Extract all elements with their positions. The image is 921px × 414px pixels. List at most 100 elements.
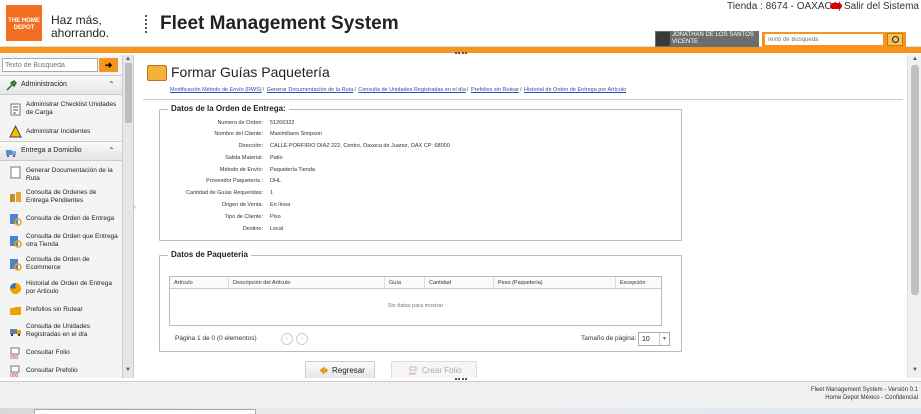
orders-icon bbox=[10, 192, 21, 202]
field-row: Proveedor Paquetería : DHL bbox=[160, 178, 660, 188]
sidebar-item-incidentes[interactable]: Administrar Incidentes bbox=[0, 123, 122, 139]
sidebar-item-ordenes-pendientes[interactable]: Consulta de Ordenes de Entrega Pendiente… bbox=[0, 187, 122, 209]
pager-next-button[interactable]: › bbox=[296, 333, 308, 345]
column-header[interactable]: Artículo bbox=[170, 277, 229, 289]
create-folio-label: Crear Folio bbox=[422, 366, 462, 375]
sidebar-item-orden-entrega[interactable]: Consulta de Orden de Entrega bbox=[0, 211, 122, 227]
column-header[interactable]: Descripción del Artículo bbox=[229, 277, 385, 289]
sidebar-item-label: Administrar Checklist Unidades de Carga bbox=[26, 101, 117, 116]
chevron-up-icon[interactable]: ⌃ bbox=[108, 146, 115, 155]
sidebar-item-consultar-folio[interactable]: 000 Consultar Folio bbox=[0, 345, 122, 361]
pager: Página 1 de 0 (0 elementos) ‹ › Tamaño d… bbox=[169, 331, 670, 347]
page-size-select[interactable]: 10 ▼ bbox=[638, 332, 670, 346]
search-order-icon bbox=[10, 214, 22, 226]
field-label: Origen de Venta: bbox=[221, 202, 263, 208]
page-title: Formar Guías Paquetería bbox=[171, 64, 330, 80]
scroll-up-icon[interactable]: ▲ bbox=[912, 56, 918, 62]
field-value: 1 bbox=[270, 190, 274, 196]
sidebar-item-generar-documentacion[interactable]: Generar Documentación de la Ruta bbox=[0, 163, 122, 185]
field-value: Piso bbox=[270, 214, 281, 220]
breadcrumb-link[interactable]: Generar Documentación de la Ruta bbox=[267, 87, 354, 93]
empty-grid-message: Sin datos para mostrar bbox=[387, 303, 444, 309]
field-row: Cantidad de Guías Requeridas: 1 bbox=[160, 190, 660, 200]
breadcrumb: Modificación Método de Envío (RWS)/ Gene… bbox=[170, 87, 626, 93]
taskbar-strip bbox=[0, 408, 921, 414]
breadcrumb-separator: / bbox=[519, 87, 522, 93]
sidebar-group-entrega-domicilio[interactable]: Entrega a Domicilio ⌃ bbox=[0, 141, 122, 161]
warning-icon bbox=[9, 125, 22, 138]
sidebar-scrollbar[interactable]: ▲ ▼ bbox=[122, 55, 133, 378]
column-header[interactable]: Excepción bbox=[616, 277, 661, 289]
field-row: Numero de Orden: 51266322 bbox=[160, 120, 660, 130]
header-search-button[interactable] bbox=[887, 33, 903, 46]
sidebar-item-unidades-registradas[interactable]: Consulta de Unidades Registradas en el d… bbox=[0, 321, 122, 343]
breadcrumb-link[interactable]: Prefolios sin Rutear bbox=[471, 87, 519, 93]
pager-summary: Página 1 de 0 (0 elementos) bbox=[175, 335, 257, 342]
breadcrumb-link[interactable]: Historial de Orden de Entrega por Artícu… bbox=[524, 87, 626, 93]
page-size-label: Tamaño de página: bbox=[581, 335, 637, 342]
sidebar-item-label: Generar Documentación de la Ruta bbox=[26, 167, 113, 182]
chevron-up-icon[interactable]: ⌃ bbox=[108, 80, 115, 89]
main-scroll-thumb[interactable] bbox=[911, 65, 919, 295]
field-value: Local bbox=[270, 226, 284, 232]
field-label: Cantidad de Guías Requeridas: bbox=[185, 190, 263, 196]
sidebar-search-button[interactable]: ➜ bbox=[99, 58, 118, 72]
tools-icon bbox=[6, 80, 17, 91]
sidebar-item-prefolios-sin-rutear[interactable]: Prefolios sin Rutear bbox=[0, 302, 122, 318]
sidebar-item-consultar-prefolio[interactable]: 000 Consultar Prefolio bbox=[0, 363, 122, 379]
sidebar-item-label: Administrar Incidentes bbox=[26, 128, 91, 135]
menu-grip-icon[interactable] bbox=[145, 15, 150, 33]
user-avatar bbox=[656, 32, 670, 46]
create-folio-button[interactable]: 000 Crear Folio bbox=[391, 361, 477, 378]
field-label: Dirección: bbox=[238, 143, 263, 149]
package-data-fieldset: Datos de Paqueteria Artículo Descripción… bbox=[159, 250, 682, 352]
scroll-down-icon[interactable]: ▼ bbox=[912, 367, 918, 373]
scroll-down-icon[interactable]: ▼ bbox=[125, 367, 131, 373]
sidebar-search: ➜ bbox=[2, 58, 118, 72]
user-badge: JONATHAN DE LOS SANTOS VICENTE bbox=[655, 31, 759, 47]
sidebar-item-orden-ecommerce[interactable]: Consulta de Orden de Ecommerce bbox=[0, 254, 122, 276]
slogan-line-2: ahorrando. bbox=[51, 26, 110, 40]
group-label: Administración bbox=[21, 81, 67, 88]
field-label: Destino: bbox=[242, 226, 263, 232]
column-header[interactable]: Peso (Paquetería) bbox=[494, 277, 616, 289]
column-header[interactable]: Guía bbox=[385, 277, 425, 289]
sidebar-item-label: Consulta de Orden de Ecommerce bbox=[26, 256, 90, 271]
folder-icon bbox=[10, 307, 21, 315]
logout-link[interactable]: Salir del Sistema bbox=[829, 1, 919, 12]
main-scrollbar[interactable]: ▲ ▼ bbox=[907, 55, 921, 378]
breadcrumb-separator: / bbox=[354, 87, 356, 93]
delivery-icon bbox=[6, 150, 16, 157]
breadcrumb-separator: / bbox=[262, 87, 265, 93]
sidebar-item-label: Consulta de Unidades Registradas en el d… bbox=[26, 323, 90, 338]
app-header: THE HOME DEPOT Haz más, ahorrando. Fleet… bbox=[0, 0, 921, 47]
svg-text:000: 000 bbox=[10, 373, 19, 378]
sidebar-search-input[interactable] bbox=[2, 58, 98, 72]
breadcrumb-link[interactable]: Consulta de Unidades Registradas en el d… bbox=[358, 87, 466, 93]
breadcrumb-link[interactable]: Modificación Método de Envío (RWS) bbox=[170, 87, 262, 93]
sidebar-item-label: Historial de Orden de Entrega por Articu… bbox=[26, 280, 112, 295]
breadcrumb-separator: / bbox=[466, 87, 469, 93]
sidebar-item-checklist[interactable]: Administrar Checklist Unidades de Carga bbox=[0, 99, 122, 121]
back-button[interactable]: Regresar bbox=[305, 361, 375, 378]
footer-text: Fleet Management System - Versión 0.1 Ho… bbox=[811, 386, 918, 402]
divider bbox=[143, 99, 903, 100]
sidebar-group-administracion[interactable]: Administración ⌃ bbox=[0, 75, 122, 95]
field-label: Salida Material: bbox=[225, 155, 263, 161]
footer-version: Fleet Management System - Versión 0.1 bbox=[810, 387, 918, 393]
column-header[interactable]: Cantidad bbox=[425, 277, 494, 289]
field-label: Tipo de Cliente: bbox=[224, 214, 263, 220]
field-value: Patio bbox=[270, 155, 283, 161]
pager-prev-button[interactable]: ‹ bbox=[281, 333, 293, 345]
sidebar-scroll-thumb[interactable] bbox=[125, 63, 132, 123]
sidebar-item-orden-otra-tienda[interactable]: Consulta de Orden que Entrega otra Tiend… bbox=[0, 231, 122, 253]
field-row: Origen de Venta: En línea bbox=[160, 202, 660, 212]
scroll-up-icon[interactable]: ▲ bbox=[125, 56, 131, 62]
field-value: CALLE PORFIRIO DIAZ 222, Centro, Oaxaca … bbox=[270, 143, 450, 149]
chevron-down-icon[interactable]: ▼ bbox=[659, 333, 669, 345]
header-search bbox=[762, 32, 906, 47]
sidebar-item-historial-orden[interactable]: Historial de Orden de Entrega por Articu… bbox=[0, 278, 122, 300]
field-row: Método de Envío: Paquetería Tienda bbox=[160, 167, 660, 177]
header-search-input[interactable] bbox=[765, 34, 883, 45]
checklist-icon bbox=[10, 103, 21, 116]
